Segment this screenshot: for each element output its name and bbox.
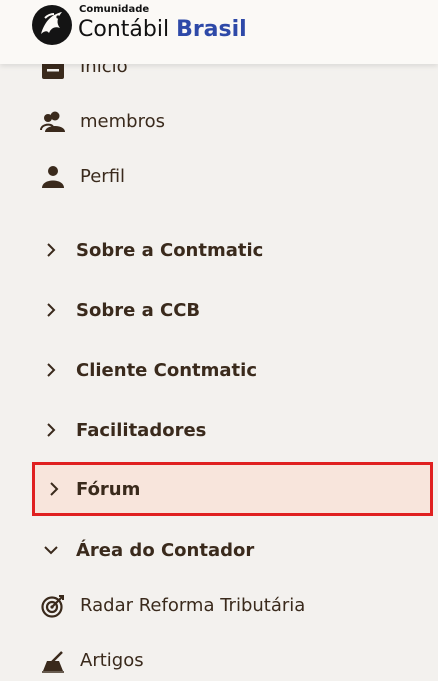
sidebar-item-artigos[interactable]: Artigos	[0, 641, 438, 681]
sidebar-item-perfil[interactable]: Perfil	[0, 157, 438, 197]
section-facilitadores[interactable]: Facilitadores	[0, 411, 438, 451]
section-label: Facilitadores	[76, 420, 207, 441]
sidebar-item-label: membros	[80, 111, 165, 132]
section-label: Cliente Contmatic	[76, 360, 257, 381]
sidebar-nav: Início membros Perfil Sobre a Contmatic …	[0, 0, 438, 677]
section-label: Área do Contador	[76, 540, 255, 561]
sidebar-item-label: Perfil	[80, 166, 126, 187]
members-icon	[40, 111, 65, 132]
target-icon	[41, 595, 64, 618]
chevron-right-icon	[47, 363, 56, 377]
chevron-right-icon	[47, 243, 56, 257]
section-sobre-contmatic[interactable]: Sobre a Contmatic	[0, 231, 438, 271]
section-cliente-contmatic[interactable]: Cliente Contmatic	[0, 351, 438, 391]
section-forum[interactable]: Fórum	[32, 462, 433, 516]
section-label: Sobre a CCB	[76, 300, 201, 321]
sidebar-item-radar-reforma[interactable]: Radar Reforma Tributária	[0, 586, 438, 626]
brand-name: Contábil Brasil	[78, 17, 247, 42]
chevron-right-icon	[47, 423, 56, 437]
section-label: Fórum	[76, 479, 141, 500]
chevron-right-icon	[50, 482, 59, 496]
section-sobre-ccb[interactable]: Sobre a CCB	[0, 291, 438, 331]
sidebar-item-label: Artigos	[80, 650, 144, 671]
section-label: Sobre a Contmatic	[76, 240, 264, 261]
chevron-down-icon	[44, 546, 58, 555]
brand-small-text: Comunidade	[79, 4, 150, 15]
chevron-right-icon	[47, 303, 56, 317]
brand-name-part: Contábil	[78, 17, 170, 42]
phoenix-logo-icon	[32, 5, 72, 45]
sidebar-item-membros[interactable]: membros	[0, 102, 438, 142]
brand-name-accent: Brasil	[176, 17, 247, 42]
writing-icon	[42, 651, 64, 673]
profile-icon	[42, 166, 64, 188]
sidebar-item-label: Radar Reforma Tributária	[80, 595, 306, 616]
section-area-do-contador[interactable]: Área do Contador	[0, 531, 438, 571]
app-header: Comunidade Contábil Brasil	[0, 0, 438, 64]
